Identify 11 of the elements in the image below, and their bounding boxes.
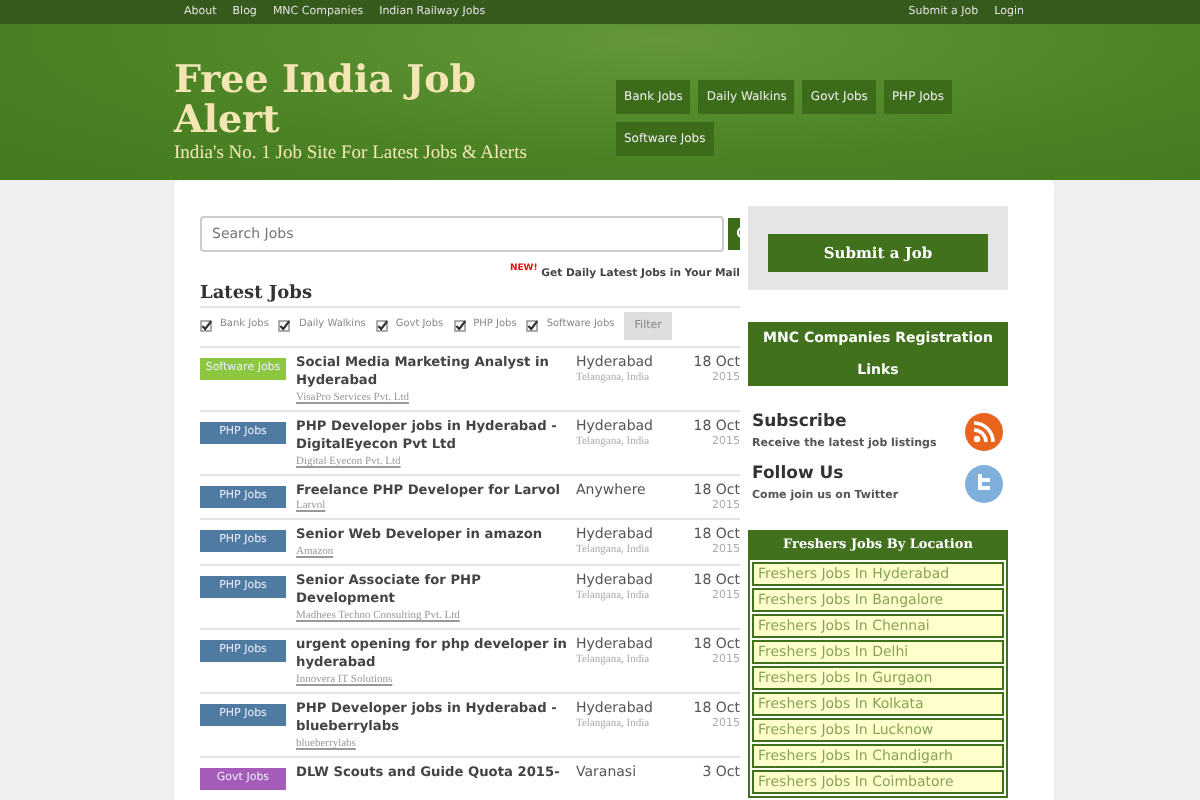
rss-icon[interactable]	[964, 411, 1004, 452]
checkbox-icon[interactable]	[278, 319, 291, 332]
site-tagline: India's No. 1 Job Site For Latest Jobs & Alerts	[174, 142, 529, 168]
widget-heading: Subscribe	[752, 409, 849, 435]
widget-heading: Follow Us	[752, 461, 846, 487]
section-title: Latest Jobs	[200, 283, 313, 306]
checkbox-icon[interactable]	[526, 319, 539, 332]
site-title: Free India Job Alert	[174, 60, 479, 140]
checkbox-icon[interactable]	[453, 319, 466, 332]
checkbox-icon[interactable]	[375, 319, 388, 332]
checkbox-icon[interactable]	[200, 319, 212, 332]
